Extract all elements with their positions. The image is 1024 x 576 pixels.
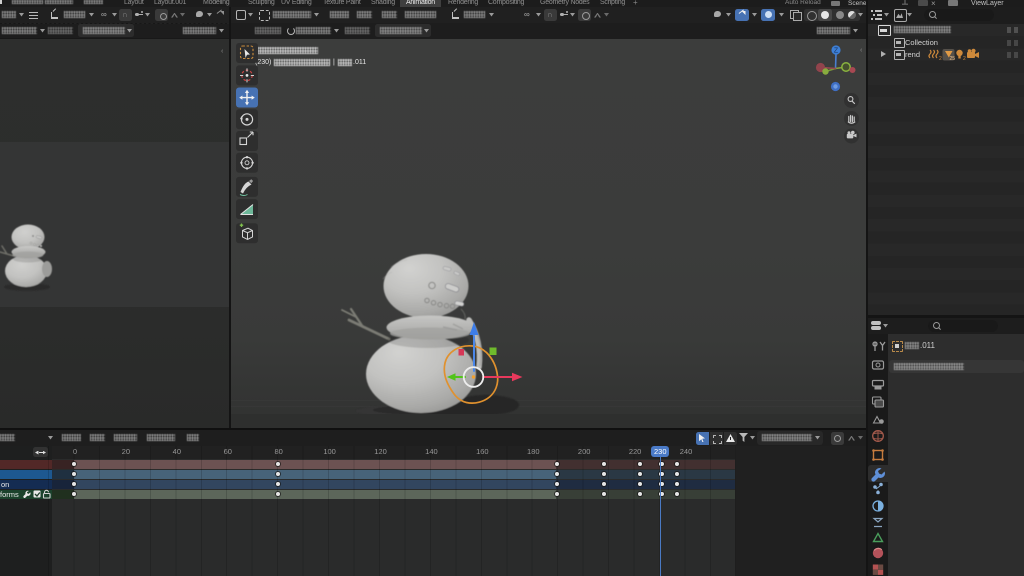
svg-text:2: 2 — [963, 56, 966, 61]
svg-text:2: 2 — [939, 56, 942, 61]
svg-text:25: 25 — [950, 56, 956, 61]
